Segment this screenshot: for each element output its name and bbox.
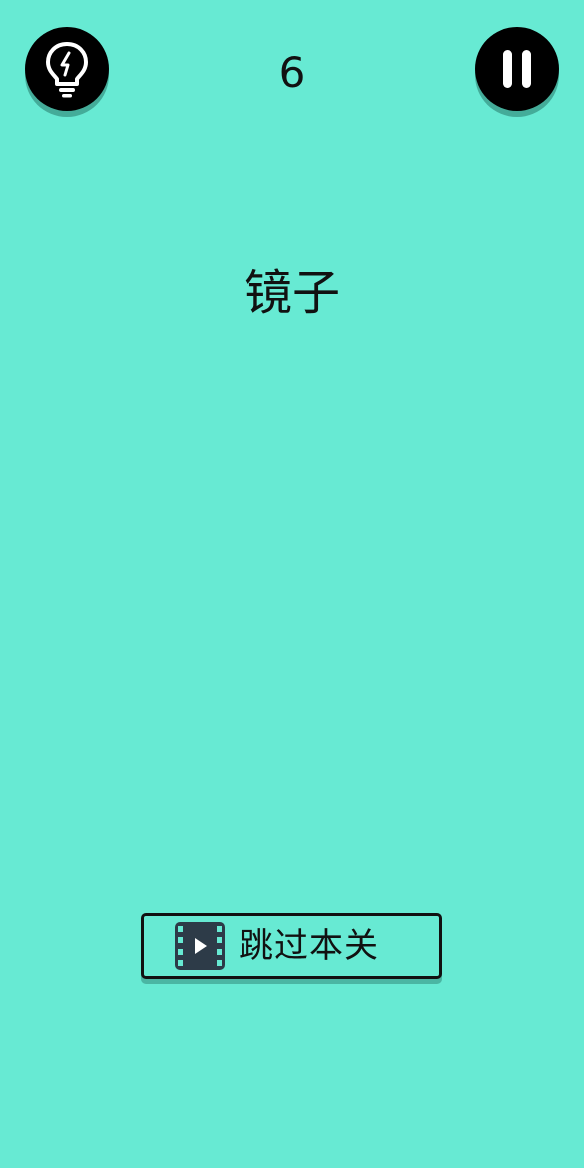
- skip-level-label: 跳过本关: [239, 926, 379, 966]
- video-play-icon: [175, 922, 225, 970]
- pause-button[interactable]: [475, 27, 559, 111]
- hint-button[interactable]: [25, 27, 109, 111]
- puzzle-word: 镜子: [243, 265, 340, 321]
- skip-level-button[interactable]: 跳过本关: [141, 913, 442, 979]
- game-screen: 6 镜子 跳过本关: [0, 0, 584, 1168]
- pause-icon: [503, 50, 531, 88]
- lightbulb-icon: [46, 42, 88, 98]
- level-number: 6: [278, 48, 306, 97]
